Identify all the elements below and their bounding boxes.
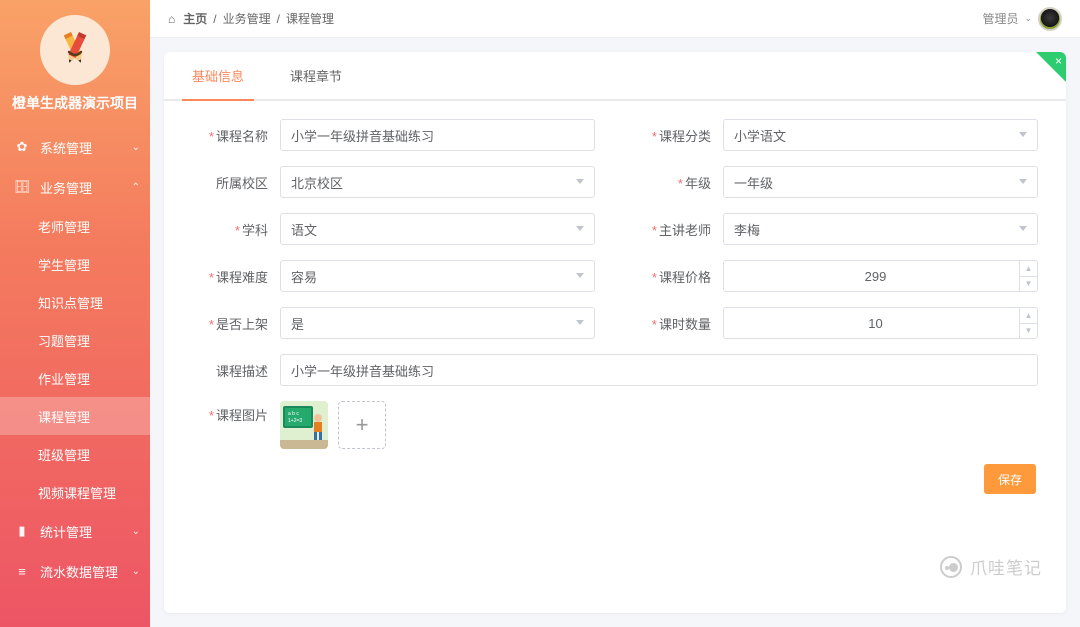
label-description: 课程描述 [216, 364, 268, 379]
label-on-shelf: 是否上架 [216, 317, 268, 332]
caret-down-icon[interactable]: ▼ [1020, 277, 1037, 292]
flow-icon: ≡ [14, 563, 30, 579]
tab-basic-info[interactable]: 基础信息 [182, 52, 254, 99]
avatar [1038, 7, 1062, 31]
label-course-name: 课程名称 [216, 129, 268, 144]
sidebar-item-system[interactable]: ✿系统管理⌄ [0, 127, 150, 167]
main: ⌂ 主页 / 业务管理 / 课程管理 管理员 ⌄ × 基础信息 课程章节 [150, 0, 1080, 627]
chevron-up-icon: ⌃ [132, 182, 140, 193]
admin-menu[interactable]: 管理员 ⌄ [982, 7, 1062, 31]
chevron-down-icon: ⌄ [1024, 13, 1032, 24]
sidebar-item-stats[interactable]: ▮统计管理⌄ [0, 511, 150, 551]
app-name: 橙单生成器演示项目 [12, 93, 138, 113]
svg-text:1+2=3: 1+2=3 [288, 418, 302, 424]
gear-icon: ✿ [14, 139, 30, 155]
caret-up-icon[interactable]: ▲ [1020, 308, 1037, 324]
sidebar-item-course[interactable]: 课程管理 [0, 397, 150, 435]
difficulty-select[interactable]: 容易 [280, 260, 595, 292]
course-name-input[interactable]: 小学一年级拼音基础练习 [280, 119, 595, 151]
chevron-down-icon: ⌄ [132, 526, 140, 537]
sidebar: 橙单生成器演示项目 ✿系统管理⌄ 🗄业务管理⌃ 老师管理 学生管理 知识点管理 … [0, 0, 150, 627]
sidebar-item-biz[interactable]: 🗄业务管理⌃ [0, 167, 150, 207]
sidebar-item-knowledge[interactable]: 知识点管理 [0, 283, 150, 321]
label-price: 课程价格 [659, 270, 711, 285]
breadcrumb-l1[interactable]: 业务管理 [223, 10, 271, 27]
tab-chapters[interactable]: 课程章节 [280, 52, 352, 99]
teacher-select[interactable]: 李梅 [723, 213, 1038, 245]
sidebar-item-class[interactable]: 班级管理 [0, 435, 150, 473]
label-subject: 学科 [242, 223, 268, 238]
nav: ✿系统管理⌄ 🗄业务管理⌃ 老师管理 学生管理 知识点管理 习题管理 作业管理 … [0, 127, 150, 591]
briefcase-icon: 🗄 [14, 179, 30, 195]
card: × 基础信息 课程章节 *课程名称 小学一年级拼音基础练习 *课程分类 小学语文 [164, 52, 1066, 613]
plus-icon: + [356, 412, 369, 438]
tabs: 基础信息 课程章节 [164, 52, 1066, 101]
caret-up-icon[interactable]: ▲ [1020, 261, 1037, 277]
breadcrumb-l2[interactable]: 课程管理 [286, 10, 334, 27]
sidebar-item-flow[interactable]: ≡流水数据管理⌄ [0, 551, 150, 591]
sidebar-item-exercise[interactable]: 习题管理 [0, 321, 150, 359]
sidebar-item-homework[interactable]: 作业管理 [0, 359, 150, 397]
label-course-category: 课程分类 [659, 129, 711, 144]
grade-select[interactable]: 一年级 [723, 166, 1038, 198]
save-button[interactable]: 保存 [984, 464, 1036, 494]
subject-select[interactable]: 语文 [280, 213, 595, 245]
label-image: 课程图片 [216, 408, 268, 423]
campus-select[interactable]: 北京校区 [280, 166, 595, 198]
sidebar-item-teacher[interactable]: 老师管理 [0, 207, 150, 245]
form: *课程名称 小学一年级拼音基础练习 *课程分类 小学语文 所属校区 北京校区 [164, 101, 1066, 613]
chevron-down-icon: ⌄ [132, 142, 140, 153]
breadcrumb-home[interactable]: 主页 [183, 10, 207, 27]
label-campus: 所属校区 [216, 176, 268, 191]
on-shelf-select[interactable]: 是 [280, 307, 595, 339]
label-lesson-count: 课时数量 [659, 317, 711, 332]
sidebar-item-video[interactable]: 视频课程管理 [0, 473, 150, 511]
label-difficulty: 课程难度 [216, 270, 268, 285]
description-input[interactable]: 小学一年级拼音基础练习 [280, 354, 1038, 386]
image-uploader[interactable]: + [338, 401, 386, 449]
home-icon: ⌂ [168, 12, 175, 26]
sidebar-item-student[interactable]: 学生管理 [0, 245, 150, 283]
bar-chart-icon: ▮ [14, 523, 30, 539]
breadcrumb: ⌂ 主页 / 业务管理 / 课程管理 [168, 10, 982, 27]
chevron-down-icon: ⌄ [132, 566, 140, 577]
header: ⌂ 主页 / 业务管理 / 课程管理 管理员 ⌄ [150, 0, 1080, 38]
label-teacher: 主讲老师 [659, 223, 711, 238]
course-image-thumb[interactable]: a b c1+2=3 [280, 401, 328, 449]
price-stepper[interactable]: 299▲▼ [723, 260, 1038, 292]
svg-text:a b c: a b c [288, 411, 299, 417]
caret-down-icon[interactable]: ▼ [1020, 324, 1037, 339]
course-category-select[interactable]: 小学语文 [723, 119, 1038, 151]
lesson-count-stepper[interactable]: 10▲▼ [723, 307, 1038, 339]
label-grade: 年级 [685, 176, 711, 191]
app-logo [40, 15, 110, 85]
